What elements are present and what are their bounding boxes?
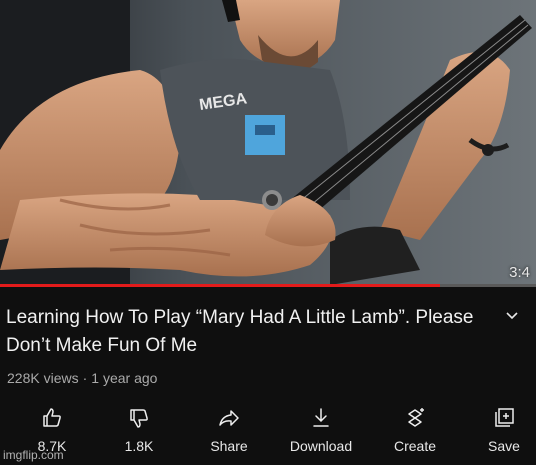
progress-bar[interactable]: [0, 284, 536, 287]
save-label: Save: [488, 438, 520, 454]
action-bar: 8.7K 1.8K Share Download Create Save: [0, 400, 536, 465]
video-duration: 3:4: [509, 264, 530, 281]
share-button[interactable]: Share: [184, 400, 274, 462]
dislike-button[interactable]: 1.8K: [94, 400, 184, 462]
create-label: Create: [393, 438, 437, 454]
video-meta: 228K views · 1 year ago: [7, 370, 157, 386]
video-title: Learning How To Play “Mary Had A Little …: [6, 307, 474, 356]
share-icon: [219, 410, 239, 426]
view-count: 228K views: [7, 370, 79, 386]
thumbs-up-icon: [43, 408, 61, 427]
chevron-down-icon[interactable]: [504, 308, 520, 324]
save-button[interactable]: Save: [459, 400, 536, 462]
download-icon: [313, 408, 329, 427]
video-player[interactable]: MEGA 3:4: [0, 0, 536, 286]
create-icon: [408, 408, 424, 427]
download-label: Download: [289, 438, 353, 454]
dislike-count: 1.8K: [124, 438, 154, 454]
progress-bar-fill: [0, 284, 440, 287]
share-label: Share: [210, 438, 248, 454]
download-button[interactable]: Download: [276, 400, 366, 462]
thumbs-down-icon: [130, 409, 148, 428]
watermark: imgflip.com: [3, 448, 64, 462]
create-button[interactable]: Create: [370, 400, 460, 462]
video-thumbnail: MEGA: [0, 0, 536, 286]
save-icon: [495, 408, 514, 427]
meta-separator: ·: [82, 370, 88, 386]
upload-age: 1 year ago: [91, 370, 158, 386]
